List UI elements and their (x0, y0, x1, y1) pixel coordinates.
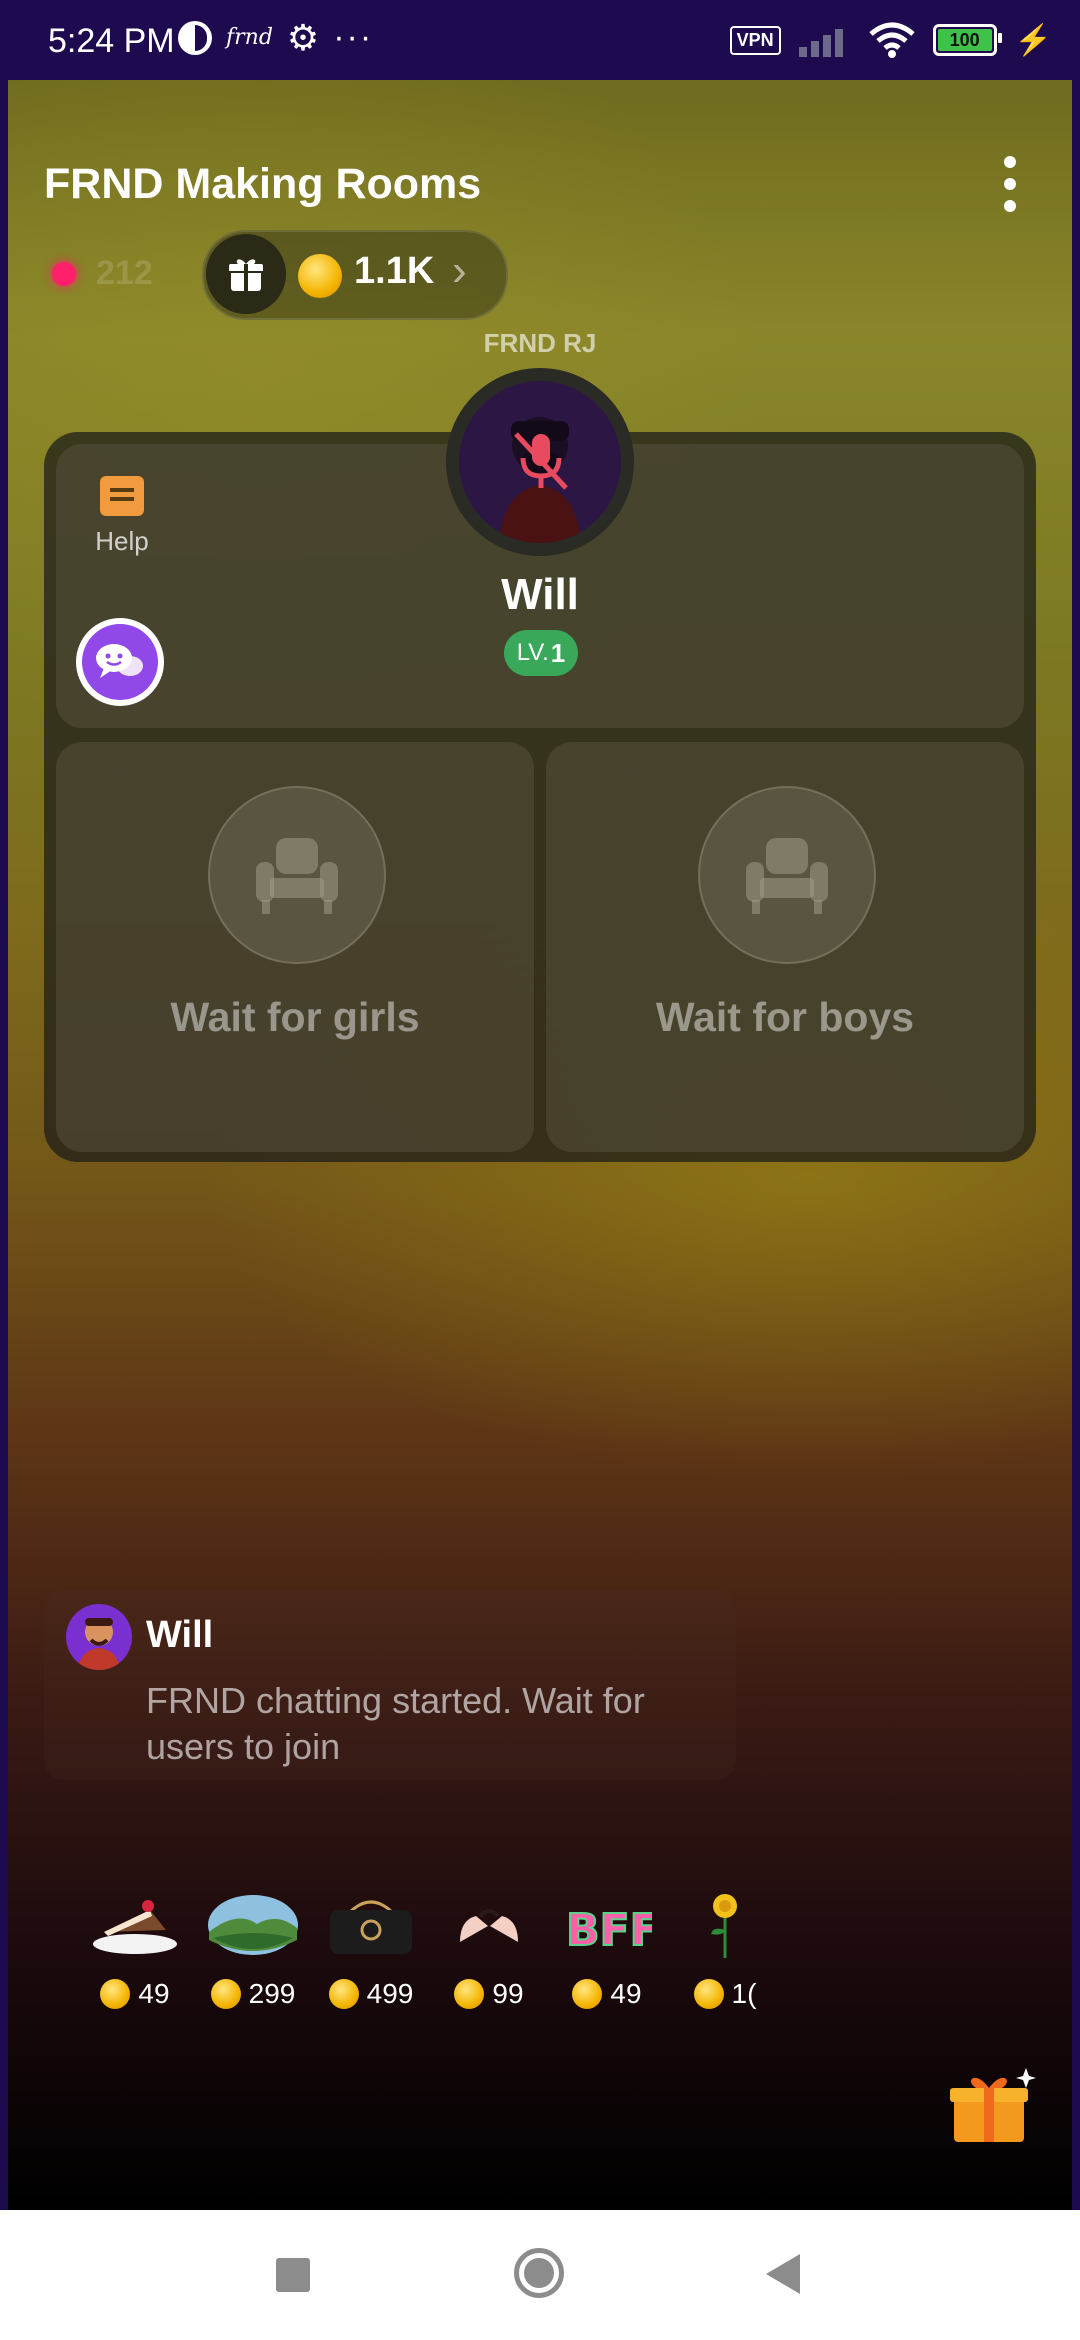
pinky-promise-icon (460, 1909, 518, 1942)
landscape-icon (208, 1895, 298, 1955)
vpn-icon: VPN (729, 25, 781, 55)
screen-edge-left (0, 80, 8, 2210)
help-label: Help (95, 526, 149, 556)
coin-icon (298, 254, 342, 298)
more-options-button[interactable] (996, 150, 1024, 220)
host-role-label: FRND RJ (483, 328, 597, 358)
chat-button[interactable] (76, 618, 164, 706)
host-name: Will (501, 570, 579, 619)
mic-muted-icon (514, 432, 568, 490)
seat-boys[interactable]: Wait for boys (546, 742, 1024, 1152)
screen-edge-right (1072, 80, 1080, 2210)
gift-price: 1( (731, 1978, 757, 2009)
gift-price: 49 (138, 1978, 170, 2009)
battery-icon: 100 (932, 24, 1002, 56)
recent-apps-button[interactable] (276, 2258, 310, 2292)
seat-label: Wait for boys (655, 994, 915, 1040)
coin-icon (454, 1979, 485, 2009)
seat-circle (208, 786, 386, 964)
gift-bar: 49 299 499 99 BFF 49 1( (60, 1890, 1072, 2030)
gift-price: 299 (248, 1978, 296, 2009)
chevron-right-icon: › (452, 246, 467, 295)
gift-price: 99 (492, 1978, 524, 2009)
room-title: FRND Making Rooms (44, 160, 482, 208)
gift-price: 49 (610, 1978, 642, 2009)
home-button[interactable] (514, 2248, 564, 2298)
level-prefix: LV. (516, 639, 549, 666)
signal-icon (798, 23, 851, 57)
message-sender: Will (146, 1614, 214, 1656)
coin-icon (328, 1979, 359, 2009)
status-icons-left: frnd ⚙ ··· (178, 18, 373, 57)
system-nav-bar (0, 2210, 1080, 2340)
frnd-app-icon: frnd (226, 25, 273, 50)
data-saver-icon (178, 20, 212, 55)
coin-icon (572, 1979, 603, 2009)
help-ticket-icon (100, 476, 144, 516)
gift-price: 499 (366, 1978, 414, 2009)
wifi-icon (869, 22, 915, 58)
more-notifications-icon: ··· (333, 18, 374, 56)
coin-icon (693, 1979, 724, 2009)
back-button[interactable] (766, 2254, 800, 2294)
help-button[interactable]: Help (92, 476, 152, 557)
live-indicator-icon (52, 262, 76, 286)
coin-balance-button[interactable]: 1.1K › (202, 230, 508, 320)
coin-icon (210, 1979, 241, 2009)
rose-icon (711, 1894, 737, 1958)
gift-box-icon (206, 234, 286, 314)
level-value: 1 (550, 637, 566, 668)
handbag-icon (330, 1900, 412, 1954)
chat-bubble-icon (96, 644, 143, 678)
level-badge: LV. 1 (504, 630, 578, 676)
live-count: 212 (96, 254, 153, 292)
settings-icon: ⚙ (286, 16, 320, 58)
seat-circle (698, 786, 876, 964)
cake-icon (93, 1900, 177, 1954)
gift-item-rose[interactable]: 1( (650, 1890, 800, 2010)
coin-balance: 1.1K (354, 250, 435, 292)
seat-label: Wait for girls (170, 994, 420, 1040)
seat-girls[interactable]: Wait for girls (56, 742, 534, 1152)
message-avatar[interactable] (66, 1604, 132, 1670)
status-bar: 5:24 PM frnd ⚙ ··· VPN 100 ⚡ (0, 0, 1080, 80)
message-text: FRND chatting started. Wait for users to… (146, 1680, 645, 1767)
armchair-icon (256, 838, 338, 914)
status-time: 5:24 PM (48, 22, 175, 60)
send-gift-button[interactable] (946, 2066, 1036, 2146)
status-icons-right: VPN 100 ⚡ (729, 22, 1052, 58)
bff-icon: BFF (565, 1904, 652, 1955)
svg-text:BFF: BFF (566, 1905, 652, 1955)
coin-icon (100, 1979, 131, 2009)
armchair-icon (746, 838, 828, 914)
chat-message: Will FRND chatting started. Wait for use… (44, 1590, 736, 1780)
battery-level: 100 (949, 29, 980, 50)
charging-icon: ⚡ (1014, 23, 1052, 57)
